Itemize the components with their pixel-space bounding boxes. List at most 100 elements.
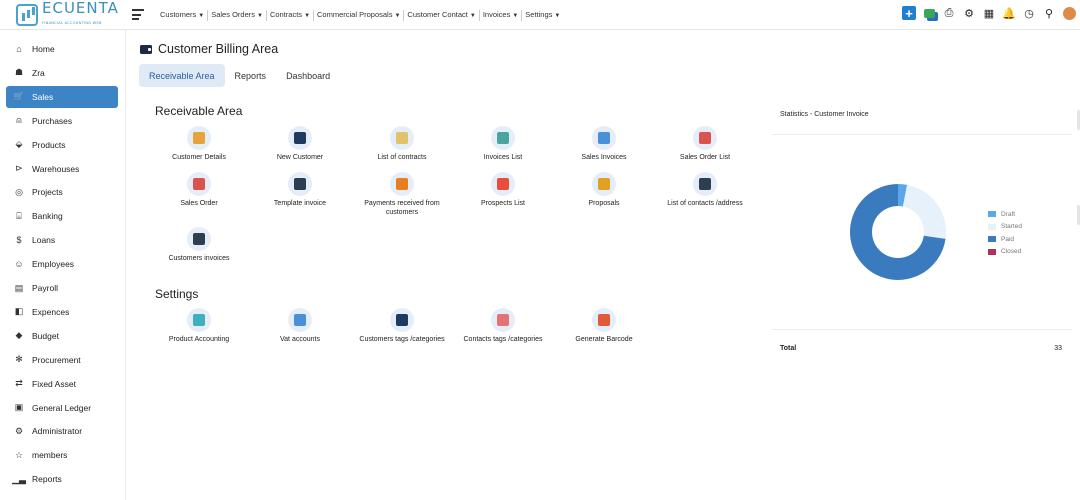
topnav-customer-contact[interactable]: Customer Contact ▼: [404, 9, 480, 21]
logo-subtitle: FINANCIAL ACCOUNTING WEB: [42, 20, 102, 25]
top-bar: ECUENTA FINANCIAL ACCOUNTING WEB Custome…: [0, 0, 1080, 30]
legend-item-paid[interactable]: Paid: [988, 233, 1022, 246]
sidebar-item-administrator[interactable]: ⚙ Administrator: [6, 420, 118, 442]
tile-customers-tags-categories[interactable]: Customers tags /categories: [352, 308, 452, 345]
tab-receivable-area[interactable]: Receivable Area: [139, 64, 225, 87]
sidebar-item-label: Home: [32, 44, 55, 54]
sidebar-item-general-ledger[interactable]: ▣ General Ledger: [6, 397, 118, 419]
sidebar-item-label: Fixed Asset: [32, 378, 76, 389]
topnav-label: Customer Contact: [407, 9, 468, 19]
tile-proposals[interactable]: Proposals: [554, 172, 654, 209]
sidebar-item-procurement[interactable]: ✻ Procurement: [6, 349, 118, 371]
legend-item-started[interactable]: Started: [988, 221, 1022, 234]
legend-item-draft[interactable]: Draft: [988, 208, 1022, 221]
page-title: Customer Billing Area: [140, 42, 278, 56]
sidebar-item-home[interactable]: ⌂ Home: [6, 38, 118, 60]
tile-product-accounting[interactable]: Product Accounting: [149, 308, 249, 345]
sidebar-item-zra[interactable]: ☗ Zra: [6, 62, 118, 84]
employees-icon: ☺: [14, 259, 24, 270]
tile-sales-order[interactable]: Sales Order: [149, 172, 249, 209]
tile-invoices-list[interactable]: Invoices List: [453, 126, 553, 163]
sidebar-item-employees[interactable]: ☺ Employees: [6, 253, 118, 275]
bell-icon[interactable]: 🔔: [1002, 6, 1016, 20]
tile-label: Proposals: [588, 200, 620, 207]
tile-label: Contacts tags /categories: [463, 336, 543, 343]
settings-icon[interactable]: ⚙: [962, 6, 976, 20]
tile-customer-details[interactable]: Customer Details: [149, 126, 249, 163]
sidebar-item-label: Expences: [32, 306, 70, 317]
tile-payments-received-from-customers[interactable]: Payments received from customers: [352, 172, 452, 217]
page-title-text: Customer Billing Area: [158, 42, 279, 56]
tile-customers-invoices[interactable]: Customers invoices: [149, 227, 249, 264]
invoices-list-icon: [491, 126, 515, 150]
tile-label: Customer Details: [172, 154, 226, 161]
tile-vat-accounts[interactable]: Vat accounts: [250, 308, 350, 345]
topnav-commercial-proposals[interactable]: Commercial Proposals ▼: [314, 9, 405, 21]
calendar-icon[interactable]: ▦: [982, 6, 996, 20]
history-icon[interactable]: ◷: [1022, 6, 1036, 20]
tile-sales-invoices[interactable]: Sales Invoices: [554, 126, 654, 163]
home-icon: ⌂: [16, 44, 22, 54]
sidebar-item-fixed-asset[interactable]: ⇄ Fixed Asset: [6, 373, 118, 395]
tile-sales-order-list[interactable]: Sales Order List: [655, 126, 755, 163]
sidebar-item-projects[interactable]: ◎ Projects: [6, 181, 118, 203]
sidebar-item-banking[interactable]: ⌸ Banking: [6, 205, 118, 227]
sidebar-item-reports[interactable]: ▁▃ Reports: [6, 468, 118, 490]
add-icon[interactable]: +: [902, 6, 916, 21]
legend-item-closed[interactable]: Closed: [988, 246, 1022, 259]
topnav-label: Invoices: [482, 9, 511, 19]
app-logo[interactable]: ECUENTA FINANCIAL ACCOUNTING WEB: [16, 0, 119, 27]
customer-tags-icon: [390, 308, 414, 332]
ledger-icon: ▣: [14, 402, 24, 412]
asset-icon: ⇄: [15, 378, 23, 389]
tile-prospects-list[interactable]: Prospects List: [453, 172, 553, 209]
sidebar-item-budget[interactable]: ◆ Budget: [6, 325, 118, 347]
location-icon[interactable]: ⚲: [1042, 6, 1056, 20]
caret-down-icon: ▼: [304, 12, 311, 19]
sidebar-item-expences[interactable]: ◧ Expences: [6, 301, 118, 323]
payments-icon: [390, 172, 414, 196]
menu-toggle-icon[interactable]: [132, 9, 144, 20]
contracts-icon: [390, 126, 414, 150]
total-value: 33: [1054, 345, 1062, 352]
tile-list-of-contracts[interactable]: List of contracts: [352, 126, 452, 163]
chat-icon[interactable]: [922, 6, 936, 20]
sidebar-item-purchases[interactable]: ⍝ Purchases: [6, 110, 118, 132]
caret-down-icon: ▼: [512, 12, 519, 19]
sidebar-item-sales[interactable]: 🛒 Sales: [6, 85, 118, 108]
tile-label: Payments received from customers: [364, 200, 440, 216]
user-avatar-icon[interactable]: [1062, 6, 1076, 20]
printer-icon[interactable]: ⎙: [942, 6, 956, 20]
topnav-customers[interactable]: Customers ▼: [157, 9, 209, 21]
sidebar-item-label: Reports: [32, 474, 62, 485]
budget-icon: ◆: [15, 330, 23, 341]
sales-invoices-icon: [592, 126, 616, 150]
group-icon: ☗: [14, 67, 24, 78]
topnav-contracts[interactable]: Contracts ▼: [267, 9, 315, 21]
caret-down-icon: ▼: [469, 12, 476, 19]
tile-template-invoice[interactable]: Template invoice: [250, 172, 350, 209]
sidebar-item-loans[interactable]: $ Loans: [6, 229, 118, 251]
donut-slice-started[interactable]: [902, 184, 946, 239]
tile-contacts-tags-categories[interactable]: Contacts tags /categories: [453, 308, 553, 345]
topnav-invoices[interactable]: Invoices ▼: [480, 9, 523, 21]
tab-reports[interactable]: Reports: [225, 64, 277, 87]
tile-new-customer[interactable]: New Customer: [250, 126, 350, 163]
proposals-icon: [592, 172, 616, 196]
sales-order-icon: [187, 172, 211, 196]
tile-generate-barcode[interactable]: Generate Barcode: [554, 308, 654, 345]
logo-text: ECUENTA: [42, 0, 119, 17]
sidebar-item-warehouses[interactable]: ⊳ Warehouses: [6, 158, 118, 180]
customers-invoices-icon: [187, 227, 211, 251]
tab-dashboard[interactable]: Dashboard: [276, 64, 340, 87]
topnav-sales-orders[interactable]: Sales Orders ▼: [208, 9, 267, 21]
sidebar-item-members[interactable]: ☆ members: [6, 444, 118, 466]
legend-label: Started: [1001, 223, 1022, 231]
sidebar-item-payroll[interactable]: ▤ Payroll: [6, 277, 118, 299]
bag-icon: ⍝: [16, 115, 22, 126]
invoice-donut-chart: [850, 184, 946, 280]
tile-list-of-contacts-address[interactable]: List of contacts /address: [655, 172, 755, 209]
sidebar-item-products[interactable]: ⬙ Products: [6, 134, 118, 156]
topnav-settings[interactable]: Settings ▼: [522, 10, 563, 21]
sidebar-item-label: Procurement: [32, 354, 81, 365]
